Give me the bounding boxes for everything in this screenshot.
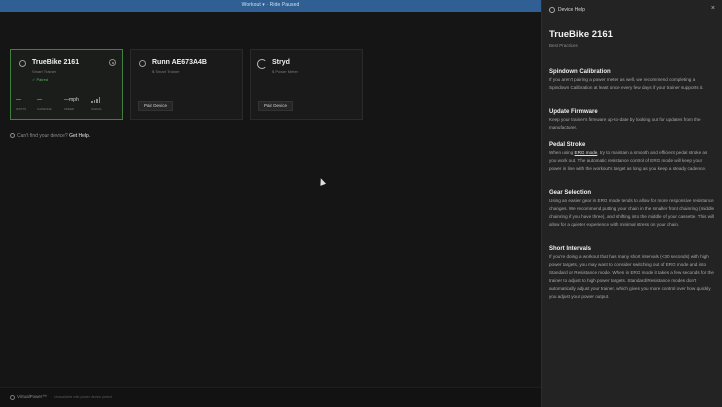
help-icon <box>10 133 15 138</box>
device-help-panel: Device Help × TrueBike 2161 Best Practic… <box>541 0 722 407</box>
trainer-icon <box>19 60 26 67</box>
panel-title: TrueBike 2161 <box>549 29 613 40</box>
panel-header: Device Help <box>558 7 585 13</box>
section-title-spindown: Spindown Calibration <box>549 69 611 75</box>
device-name: Runn AE673A4B <box>152 59 207 66</box>
device-name: Stryd <box>272 59 290 66</box>
device-type: Smart Trainer <box>32 69 57 74</box>
cant-find-device: Can't find your device? Get Help. <box>10 133 90 139</box>
paired-status: ✓ Paired <box>32 77 49 82</box>
get-help-link[interactable]: Get Help. <box>69 133 90 139</box>
device-card-truebike[interactable]: TrueBike 2161 Smart Trainer ✓ Paired — W… <box>10 49 123 120</box>
metric-cadence: — CADENCE <box>37 97 52 111</box>
section-body-intervals: If you're doing a workout that has many … <box>549 254 714 299</box>
trainer-icon <box>139 60 146 67</box>
device-type: $ Smart Trainer <box>152 69 180 74</box>
section-body-pedal: When using ERG mode, try to maintain a s… <box>549 150 708 171</box>
close-icon[interactable]: × <box>711 5 715 12</box>
device-pairing-screen: Workout ▾ · Ride Paused TrueBike 2161 Sm… <box>0 0 722 407</box>
section-title-intervals: Short Intervals <box>549 246 592 252</box>
panel-subtitle: Best Practices <box>549 43 578 48</box>
device-card-runn: Runn AE673A4B $ Smart Trainer Pair Devic… <box>130 49 243 120</box>
top-bar: Workout ▾ · Ride Paused <box>0 0 541 12</box>
device-type: $ Power Meter <box>272 69 299 74</box>
device-name: TrueBike 2161 <box>32 59 80 66</box>
pair-device-button[interactable]: Pair Device <box>258 101 294 111</box>
metric-watts: — WATTS <box>16 97 27 111</box>
section-title-pedal: Pedal Stroke <box>549 142 586 148</box>
signal-bars-icon <box>91 97 101 103</box>
workout-title[interactable]: Workout ▾ · Ride Paused <box>0 2 541 8</box>
section-title-firmware: Update Firmware <box>549 109 598 115</box>
device-metrics: — WATTS — CADENCE —mph SPEED SIGNAL <box>16 97 116 113</box>
virtualpower-icon <box>10 395 15 400</box>
metric-speed: —mph SPEED <box>64 97 79 111</box>
help-icon <box>549 7 555 13</box>
section-title-gear: Gear Selection <box>549 190 592 196</box>
gear-icon[interactable] <box>109 59 116 66</box>
section-body-spindown: If you aren't pairing a power meter as w… <box>549 77 704 90</box>
mouse-cursor-icon <box>317 177 327 186</box>
section-body-gear: Using an easier gear in ERG mode tends t… <box>549 198 715 227</box>
bottom-bar: VirtualPower™ Unavailable with power dev… <box>0 387 541 407</box>
device-card-stryd: Stryd $ Power Meter Pair Device <box>250 49 363 120</box>
erg-mode-link[interactable]: ERG mode <box>575 150 598 155</box>
virtualpower-note: Unavailable with power device paired <box>54 395 112 399</box>
metric-signal: SIGNAL <box>91 97 113 111</box>
power-meter-icon <box>257 59 267 69</box>
virtualpower-label[interactable]: VirtualPower™ <box>17 394 47 399</box>
section-body-firmware: Keep your trainer's firmware up-to-date … <box>549 117 701 130</box>
pair-device-button[interactable]: Pair Device <box>138 101 174 111</box>
